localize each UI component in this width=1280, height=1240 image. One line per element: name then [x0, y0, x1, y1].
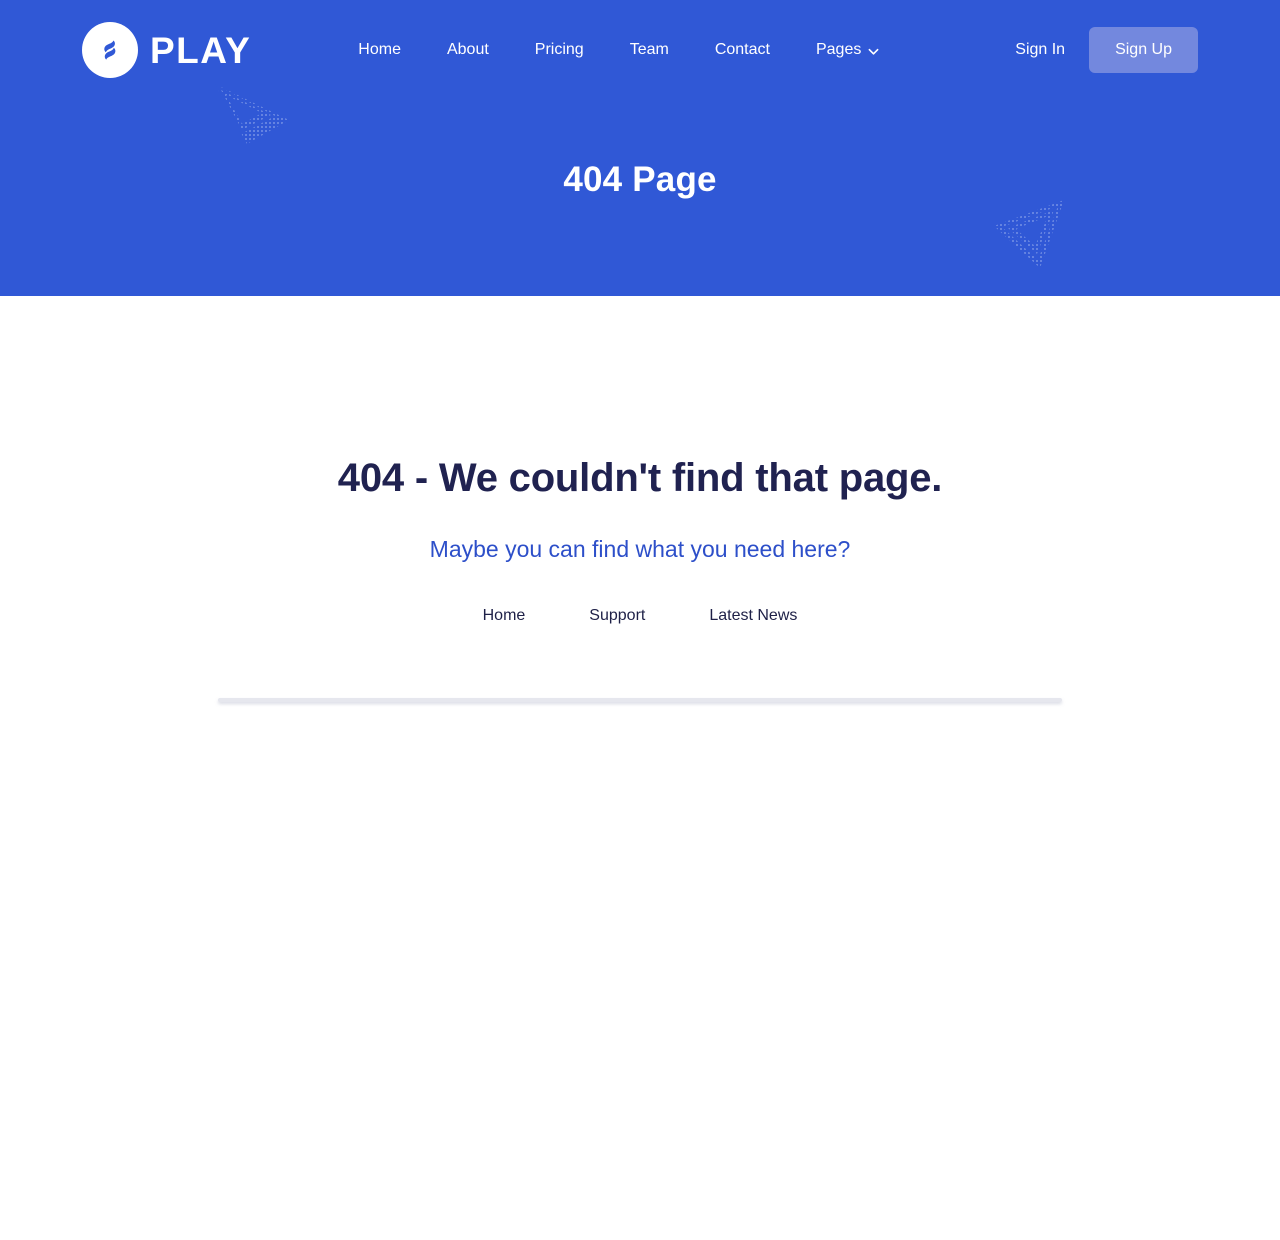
leaf-swirl-icon — [82, 22, 138, 78]
dotted-triangle-right-icon — [994, 200, 1064, 268]
chevron-down-icon — [868, 44, 879, 55]
sign-up-button[interactable]: Sign Up — [1089, 27, 1198, 73]
quick-links: Home Support Latest News — [0, 607, 1280, 625]
nav-links-list: Home About Pricing Team Contact Pages — [335, 31, 902, 69]
nav-item-home: Home — [335, 31, 424, 69]
nav-link-contact-label: Contact — [714, 41, 770, 58]
nav-link-home-label: Home — [358, 41, 401, 58]
nav-link-pages-label: Pages — [815, 41, 862, 58]
nav-link-home[interactable]: Home — [335, 31, 424, 69]
main-navigation: PLAY Home About Pricing Team Contact Pag… — [0, 0, 1280, 100]
error-subtitle-link[interactable]: Maybe you can find what you need here? — [430, 536, 851, 562]
nav-item-about: About — [424, 31, 512, 69]
nav-item-team: Team — [607, 31, 692, 69]
error-heading: 404 - We couldn't find that page. — [337, 456, 943, 500]
nav-link-about[interactable]: About — [424, 31, 512, 69]
error-subtitle-wrap: Maybe you can find what you need here? — [0, 536, 1280, 563]
nav-item-pricing: Pricing — [512, 31, 607, 69]
page-title: 404 Page — [563, 160, 717, 199]
site-header: PLAY Home About Pricing Team Contact Pag… — [0, 0, 1280, 296]
nav-item-contact: Contact — [692, 31, 793, 69]
nav-link-contact[interactable]: Contact — [692, 31, 793, 69]
divider-wrap — [0, 698, 1280, 702]
quick-link-latest-news[interactable]: Latest News — [709, 607, 797, 625]
nav-link-pricing-label: Pricing — [534, 41, 584, 58]
quick-link-support[interactable]: Support — [589, 607, 645, 625]
section-divider — [218, 698, 1062, 702]
nav-link-team[interactable]: Team — [607, 31, 692, 69]
nav-link-team-label: Team — [629, 41, 669, 58]
brand-name: PLAY — [150, 29, 252, 71]
nav-link-pricing[interactable]: Pricing — [512, 31, 607, 69]
nav-link-pages[interactable]: Pages — [793, 31, 902, 69]
brand-logo[interactable]: PLAY — [82, 22, 251, 78]
nav-item-pages: Pages — [793, 31, 902, 69]
main-content: 404 - We couldn't find that page. Maybe … — [0, 296, 1280, 1240]
nav-auth-actions: Sign In Sign Up — [1001, 27, 1198, 73]
sign-in-link[interactable]: Sign In — [1001, 31, 1079, 69]
quick-link-home[interactable]: Home — [483, 607, 526, 625]
nav-link-about-label: About — [446, 41, 489, 58]
